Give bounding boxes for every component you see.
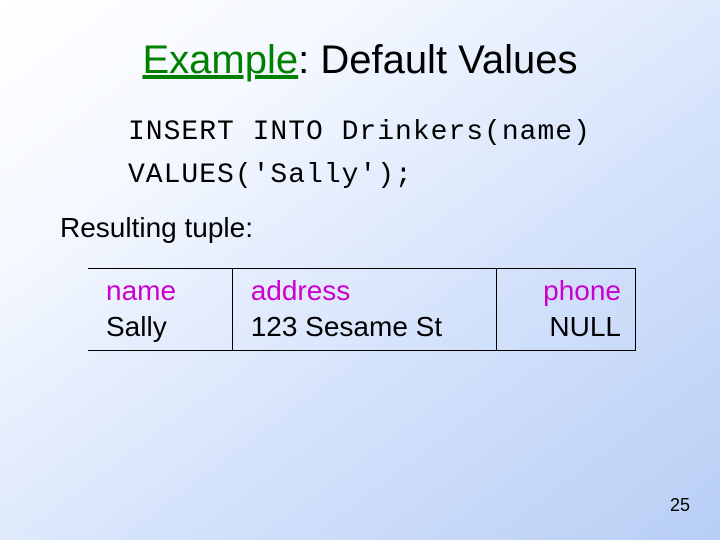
value-phone: NULL [497,309,621,345]
sql-code-block: INSERT INTO Drinkers(name) VALUES('Sally… [128,111,720,198]
value-address: 123 Sesame St [251,309,497,345]
code-line-2: VALUES('Sally'); [128,160,413,191]
header-name: name [106,273,232,309]
column-name: name Sally [88,268,233,352]
code-line-1: INSERT INTO Drinkers(name) [128,117,591,148]
column-phone: phone NULL [497,268,636,352]
tuple-table: name Sally address 123 Sesame St phone N… [88,268,636,352]
title-rest: : Default Values [298,38,577,82]
resulting-tuple-label: Resulting tuple: [60,212,720,244]
header-phone: phone [497,273,621,309]
title-word-example: Example [142,38,298,82]
header-address: address [251,273,497,309]
page-number: 25 [670,495,690,516]
slide-title: Example: Default Values [0,0,720,83]
value-name: Sally [106,309,232,345]
column-address: address 123 Sesame St [233,268,498,352]
